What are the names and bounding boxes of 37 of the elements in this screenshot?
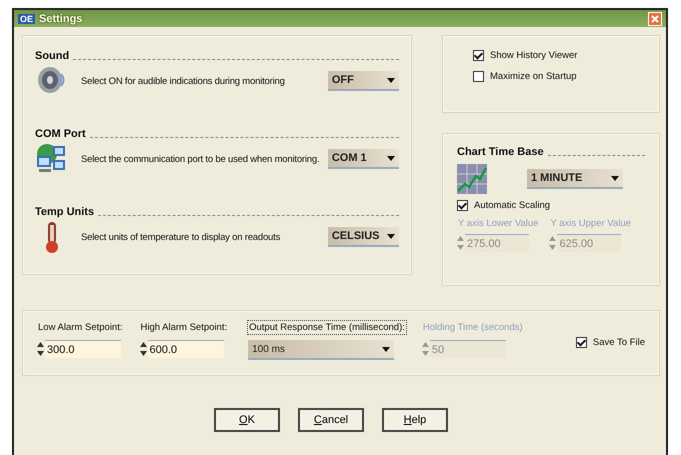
checkbox[interactable]: Automatic Scaling	[457, 200, 645, 211]
section-title: COM Port	[35, 128, 86, 140]
setting-description: Select the communication port to be used when monitoring.	[80, 154, 320, 164]
close-icon	[650, 14, 660, 24]
chart-icon	[457, 164, 487, 194]
checkbox[interactable]: Maximize on Startup	[473, 71, 659, 82]
field-label: Low Alarm Setpoint:	[37, 321, 124, 334]
field-label: Y axis Upper Value	[549, 217, 632, 230]
dropdown[interactable]: COM 1	[328, 149, 399, 169]
app-logo: OE	[18, 14, 36, 24]
dropdown-arrow-icon	[387, 156, 395, 160]
dropdown-arrow-icon	[382, 346, 390, 352]
dialog-button[interactable]: OK	[214, 408, 280, 432]
dropdown-arrow-icon	[387, 78, 395, 82]
dropdown[interactable]: OFF	[328, 71, 399, 91]
window-title: Settings	[39, 12, 84, 24]
number-field[interactable]: 300.0	[45, 340, 121, 358]
setting-description: Select units of temperature to display on readouts	[80, 232, 282, 242]
close-button[interactable]	[648, 12, 662, 26]
checkbox[interactable]: Show History Viewer	[473, 50, 659, 61]
dropdown-arrow-icon	[387, 234, 395, 238]
section-title: Temp Units	[35, 206, 94, 218]
field-label: High Alarm Setpoint:	[140, 321, 228, 334]
checkbox[interactable]: Save To File	[576, 337, 645, 348]
field-label: Y axis Lower Value	[457, 217, 540, 230]
dropdown[interactable]: 1 MINUTE	[527, 169, 623, 189]
section-title: Sound	[35, 50, 70, 62]
section-title: Chart Time Base	[457, 146, 544, 158]
field-label: Holding Time (seconds)	[422, 321, 524, 334]
dropdown[interactable]: 100 ms	[248, 340, 394, 360]
setting-description: Select ON for audible indications during monitoring	[80, 76, 286, 86]
dialog-button[interactable]: Cancel	[298, 408, 364, 432]
dialog-button[interactable]: Help	[382, 408, 448, 432]
dropdown[interactable]: CELSIUS	[328, 227, 399, 247]
field-label: Output Response Time (millisecond):	[248, 321, 406, 334]
number-field[interactable]: 600.0	[148, 340, 224, 358]
dropdown-arrow-icon	[611, 176, 619, 180]
